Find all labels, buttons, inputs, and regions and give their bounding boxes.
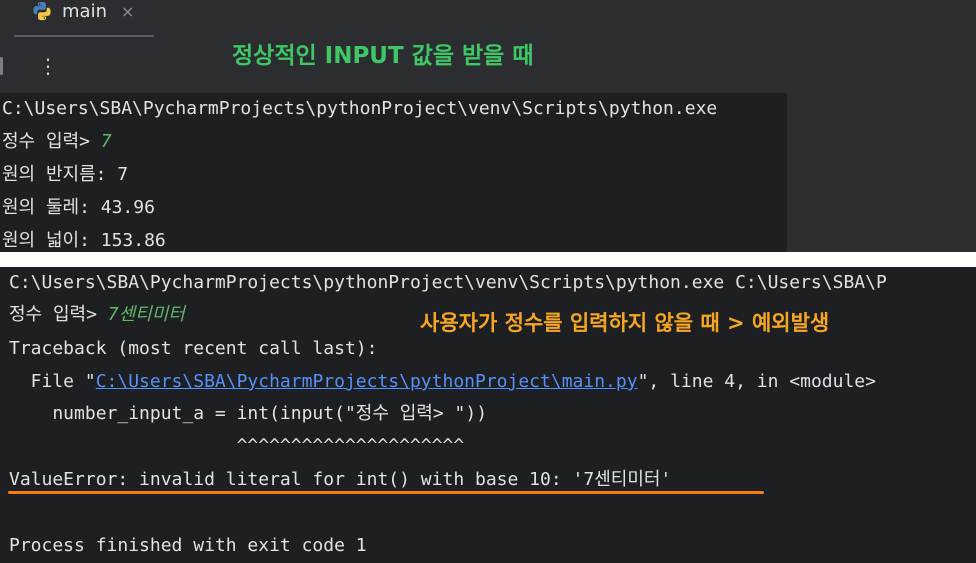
console-path-line: C:\Users\SBA\PycharmProjects\pythonProje… (9, 272, 887, 293)
more-options-icon[interactable]: ⋮ (38, 53, 58, 79)
close-icon[interactable]: × (121, 2, 134, 21)
prompt-text: 정수 입력> (9, 304, 108, 325)
file-link[interactable]: C:\Users\SBA\PycharmProjects\pythonProje… (96, 371, 638, 392)
circumference-output: 원의 둘레: 43.96 (2, 197, 155, 218)
gutter-marker (0, 57, 3, 75)
prompt-text: 정수 입력> (2, 131, 101, 152)
value-error-line: ValueError: invalid literal for int() wi… (9, 469, 672, 490)
console-path-line: C:\Users\SBA\PycharmProjects\pythonProje… (2, 98, 718, 119)
run-console-error[interactable]: C:\Users\SBA\PycharmProjects\pythonProje… (0, 267, 976, 563)
traceback-header: Traceback (most recent call last): (9, 338, 378, 359)
run-console-normal[interactable]: C:\Users\SBA\PycharmProjects\pythonProje… (0, 93, 787, 252)
exit-status-line: Process finished with exit code 1 (9, 535, 367, 556)
top-ide-panel: main × ⋮ 정상적인 INPUT 값을 받을 때 C:\Users\SBA… (0, 0, 976, 252)
tab-label: main (62, 0, 107, 22)
python-icon (33, 1, 51, 21)
console-prompt-line: 정수 입력> 7 (2, 130, 112, 154)
area-output: 원의 넓이: 153.86 (2, 230, 166, 251)
console-prompt-line: 정수 입력> 7센티미터 (9, 303, 185, 327)
file-suffix: ", line 4, in <module> (637, 371, 876, 392)
file-prefix: File " (9, 371, 96, 392)
active-tab-indicator (14, 35, 154, 37)
radius-output: 원의 반지름: 7 (2, 164, 129, 185)
user-input-value: 7센티미터 (107, 304, 185, 325)
normal-input-annotation: 정상적인 INPUT 값을 받을 때 (232, 43, 534, 69)
tab-main[interactable]: main × (30, 0, 134, 26)
error-highlight-underline (8, 491, 764, 494)
traceback-code-line: number_input_a = int(input("정수 입력> ")) (9, 403, 488, 424)
traceback-caret-line: ^^^^^^^^^^^^^^^^^^^^^ (9, 435, 465, 456)
exception-annotation: 사용자가 정수를 입력하지 않을 때 > 예외발생 (420, 311, 830, 335)
user-input-value: 7 (100, 131, 112, 152)
traceback-file-line: File "C:\Users\SBA\PycharmProjects\pytho… (9, 370, 876, 394)
